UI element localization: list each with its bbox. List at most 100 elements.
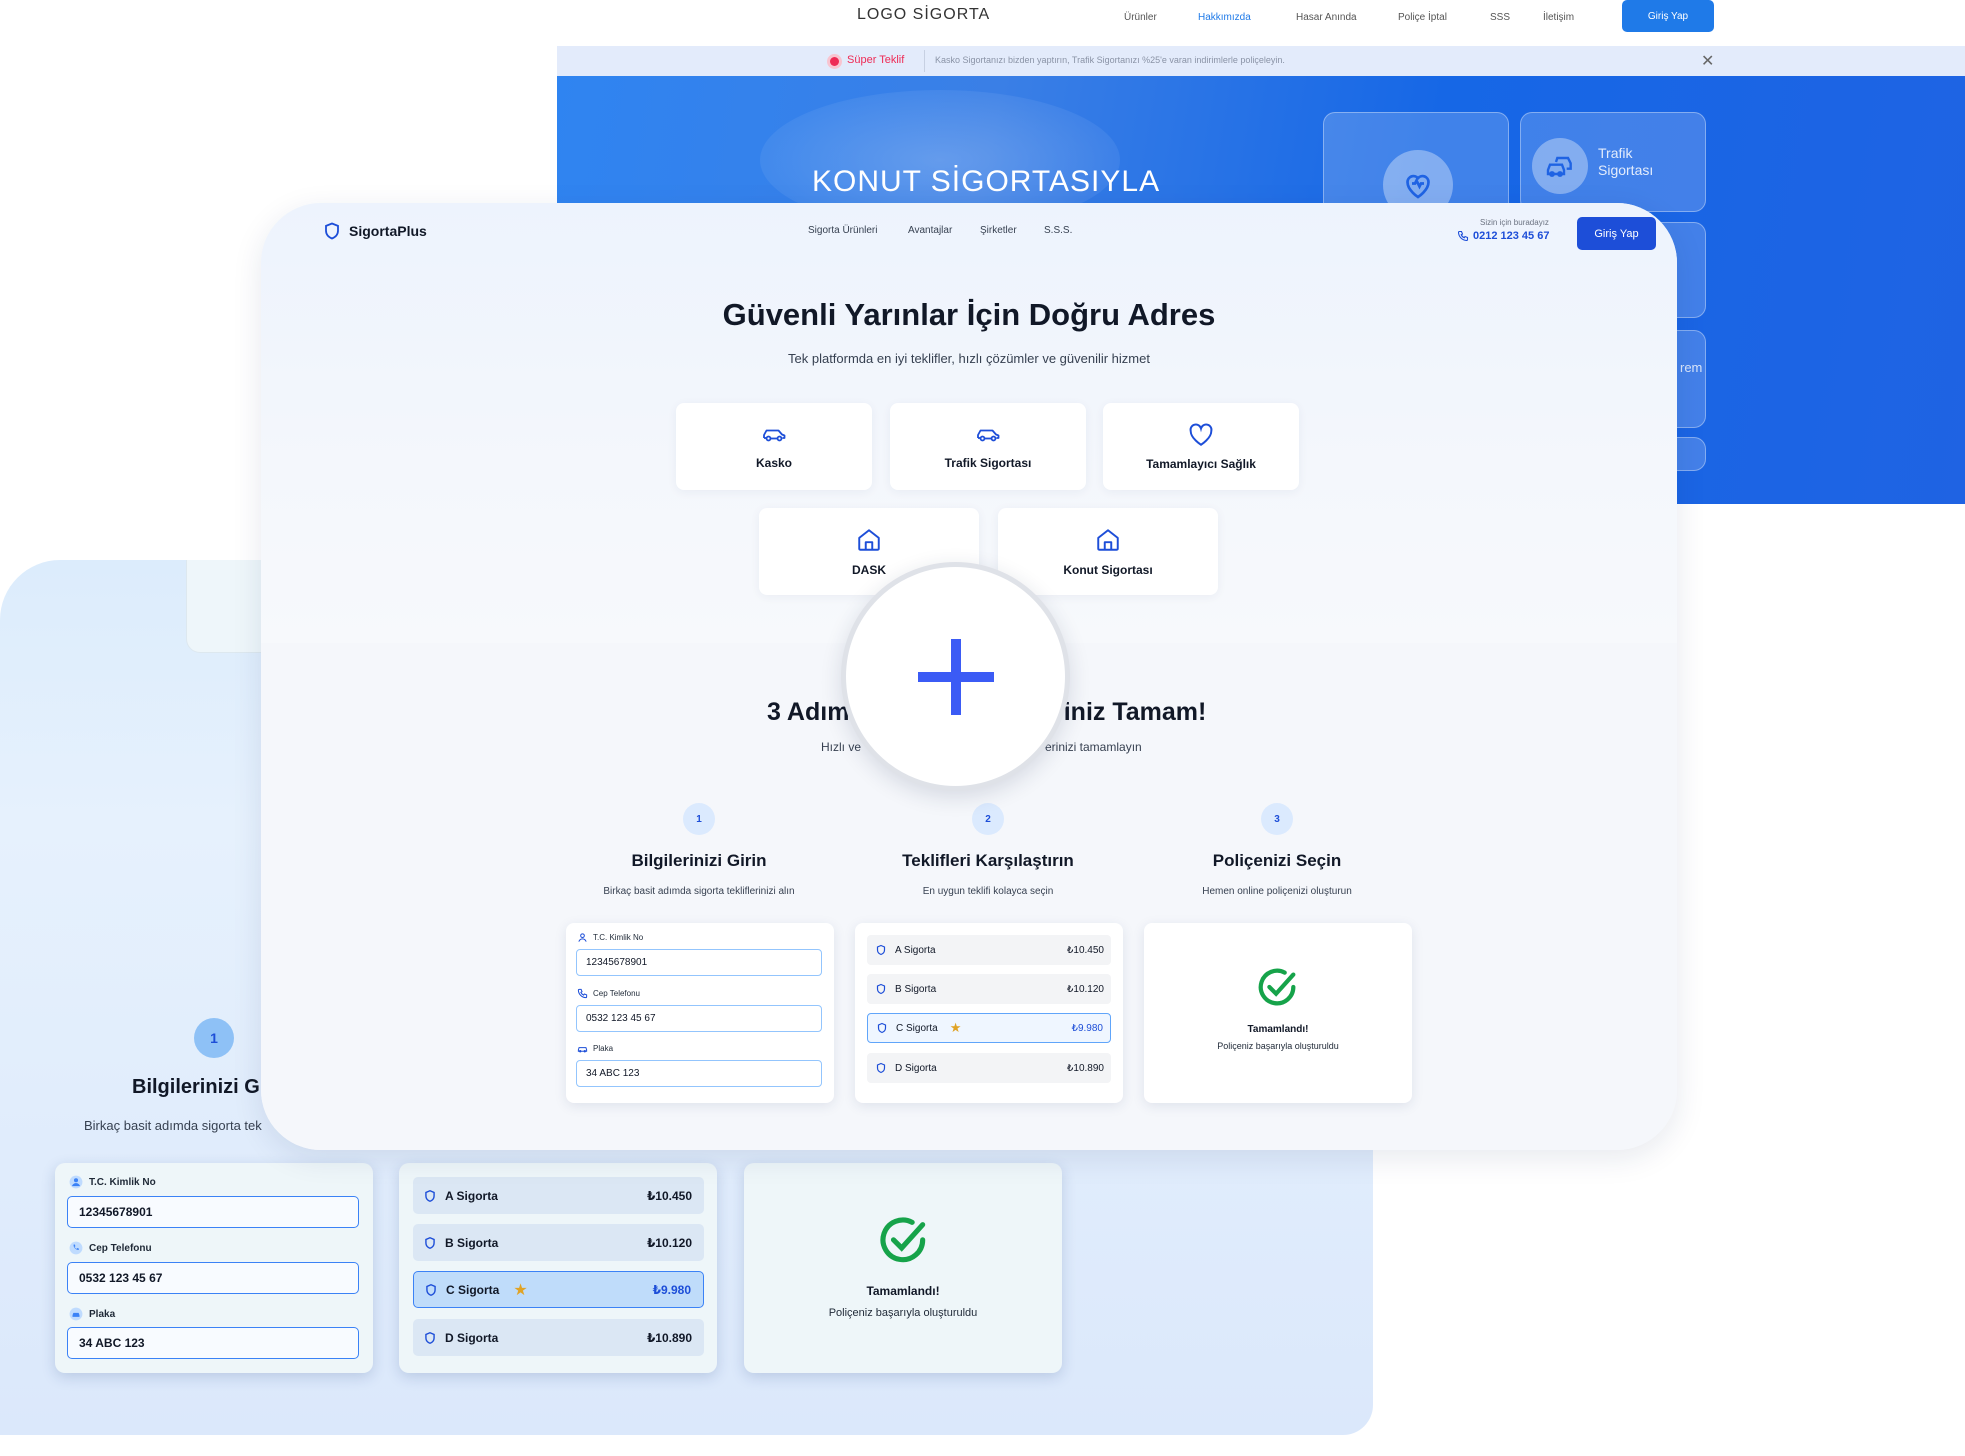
promo-text: Kasko Sigortanızı bizden yaptırın, Trafi… [935, 55, 1285, 65]
back-site-header [557, 0, 1965, 46]
quote-form-card: T.C. Kimlik No 12345678901 Cep Telefonu … [566, 923, 834, 1103]
quote-price: ₺9.980 [1071, 1022, 1103, 1034]
home-icon [858, 528, 880, 551]
help-text: Sizin için buradayız [1480, 218, 1549, 227]
quote-name: A Sigorta [895, 944, 936, 956]
phone-icon [69, 1241, 83, 1255]
product-card-saglik[interactable]: Tamamlayıcı Sağlık [1103, 403, 1299, 490]
quote-row-b[interactable]: B Sigorta ₺10.120 [867, 974, 1111, 1004]
car-icon [977, 429, 1000, 441]
back-nav-hakkimizda[interactable]: Hakkımızda [1198, 12, 1251, 23]
back-card-partial-label: rem [1680, 360, 1703, 375]
promo-dot-icon [830, 57, 839, 66]
back-nav-sss[interactable]: SSS [1490, 12, 1510, 23]
login-button[interactable]: Giriş Yap [1577, 217, 1656, 250]
tc-input[interactable]: 12345678901 [67, 1196, 359, 1228]
shield-icon [425, 1331, 435, 1344]
product-card-konut[interactable]: Konut Sigortası [998, 508, 1218, 595]
step-description: Birkaç basit adımda sigorta tekliflerini… [603, 886, 795, 897]
completion-description: Poliçeniz başarıyla oluşturuldu [828, 1307, 978, 1319]
steps-subtitle-left: Hızlı ve [821, 740, 862, 754]
plate-label: Plaka [69, 1307, 115, 1321]
product-label: Konut Sigortası [1063, 562, 1153, 577]
completion-card: Tamamlandı! Poliçeniz başarıyla oluşturu… [1144, 923, 1412, 1103]
tc-label: T.C. Kimlik No [69, 1175, 156, 1189]
back-login-button[interactable]: Giriş Yap [1622, 0, 1714, 32]
car-icon [69, 1307, 83, 1321]
quote-name: C Sigorta [896, 1022, 938, 1034]
phone-label-text: Cep Telefonu [593, 989, 640, 998]
promo-divider [924, 50, 925, 72]
quote-name: C Sigorta [446, 1282, 500, 1297]
check-circle-icon [1258, 968, 1296, 1006]
back-nav-urunler[interactable]: Ürünler [1124, 12, 1157, 23]
quote-name: A Sigorta [445, 1188, 498, 1203]
phone-link[interactable]: 0212 123 45 67 [1457, 230, 1549, 242]
nav-sigorta-urunleri[interactable]: Sigorta Ürünleri [808, 225, 877, 236]
home-icon [1097, 528, 1119, 551]
back-nav-iletisim[interactable]: İletişim [1543, 12, 1574, 23]
product-card-trafik[interactable]: Trafik Sigortası [890, 403, 1086, 490]
nav-avantajlar[interactable]: Avantajlar [908, 225, 952, 236]
step-description: En uygun teklifi kolayca seçin [922, 886, 1054, 897]
plate-input[interactable]: 34 ABC 123 [67, 1327, 359, 1359]
quote-row-c-selected[interactable]: C Sigorta ★ ₺9.980 [413, 1271, 704, 1308]
quote-price: ₺10.120 [646, 1235, 692, 1250]
quote-price: ₺10.890 [1067, 1062, 1104, 1074]
steps-title-left: 3 Adım [767, 698, 850, 726]
shield-icon [325, 222, 339, 240]
phone-icon [1457, 230, 1469, 242]
zoom-plus-button[interactable] [841, 562, 1070, 791]
user-icon [578, 933, 587, 942]
star-icon: ★ [513, 1281, 528, 1299]
completion-title: Tamamlandı! [866, 1284, 940, 1298]
back-nav-police-iptal[interactable]: Poliçe İptal [1398, 12, 1447, 23]
tc-input[interactable]: 12345678901 [576, 949, 822, 976]
shield-icon [425, 1189, 435, 1202]
quote-list-card: A Sigorta ₺10.450 B Sigorta ₺10.120 C Si… [855, 923, 1123, 1103]
phone-input[interactable]: 0532 123 45 67 [67, 1262, 359, 1294]
nav-sirketler[interactable]: Şirketler [980, 225, 1017, 236]
quote-row-a[interactable]: A Sigorta ₺10.450 [867, 935, 1111, 965]
quote-price: ₺10.890 [646, 1330, 692, 1345]
user-icon [69, 1175, 83, 1189]
completion-description: Poliçeniz başarıyla oluşturuldu [1217, 1041, 1339, 1051]
quote-form-card: T.C. Kimlik No 12345678901 Cep Telefonu … [55, 1163, 373, 1373]
product-card-kasko[interactable]: Kasko [676, 403, 872, 490]
plate-input[interactable]: 34 ABC 123 [576, 1060, 822, 1087]
completion-card: Tamamlandı! Poliçeniz başarıyla oluşturu… [744, 1163, 1062, 1373]
quote-name: B Sigorta [895, 983, 937, 995]
phone-number: 0212 123 45 67 [1473, 230, 1550, 242]
back-nav-hasar[interactable]: Hasar Anında [1296, 12, 1357, 23]
brand-name: SigortaPlus [349, 223, 427, 239]
product-label: Kasko [755, 455, 793, 470]
shield-icon [876, 1062, 886, 1074]
nav-sss[interactable]: S.S.S. [1044, 225, 1072, 236]
quote-row-b[interactable]: B Sigorta ₺10.120 [413, 1224, 704, 1261]
plate-label: Plaka [577, 1043, 613, 1054]
brand-logo[interactable]: SigortaPlus [323, 221, 427, 241]
quote-row-d[interactable]: D Sigorta ₺10.890 [867, 1053, 1111, 1083]
step-title: Bilgilerinizi G [132, 1076, 260, 1098]
shield-icon [877, 1022, 887, 1034]
completion-title: Tamamlandı! [1247, 1024, 1309, 1035]
quote-price: ₺10.450 [1067, 944, 1104, 956]
plus-icon [917, 638, 994, 715]
phone-input[interactable]: 0532 123 45 67 [576, 1005, 822, 1032]
step-number: 3 [1261, 803, 1293, 835]
quote-price: ₺9.980 [652, 1282, 691, 1297]
back-site-logo[interactable]: LOGO SİGORTA [857, 6, 990, 24]
quote-row-c-selected[interactable]: C Sigorta ★ ₺9.980 [867, 1013, 1111, 1043]
tc-label-text: T.C. Kimlik No [89, 1176, 156, 1188]
car-icon [577, 1047, 588, 1053]
quote-price: ₺10.120 [1067, 983, 1104, 995]
quote-row-a[interactable]: A Sigorta ₺10.450 [413, 1177, 704, 1214]
quote-list-card: A Sigorta ₺10.450 B Sigorta ₺10.120 C Si… [399, 1163, 717, 1373]
step-number: 1 [683, 803, 715, 835]
tc-label: T.C. Kimlik No [577, 932, 643, 943]
phone-label-text: Cep Telefonu [89, 1242, 152, 1254]
tc-label-text: T.C. Kimlik No [593, 933, 644, 942]
heart-icon [1189, 423, 1213, 446]
quote-row-d[interactable]: D Sigorta ₺10.890 [413, 1319, 704, 1356]
close-icon[interactable]: ✕ [1701, 51, 1714, 71]
